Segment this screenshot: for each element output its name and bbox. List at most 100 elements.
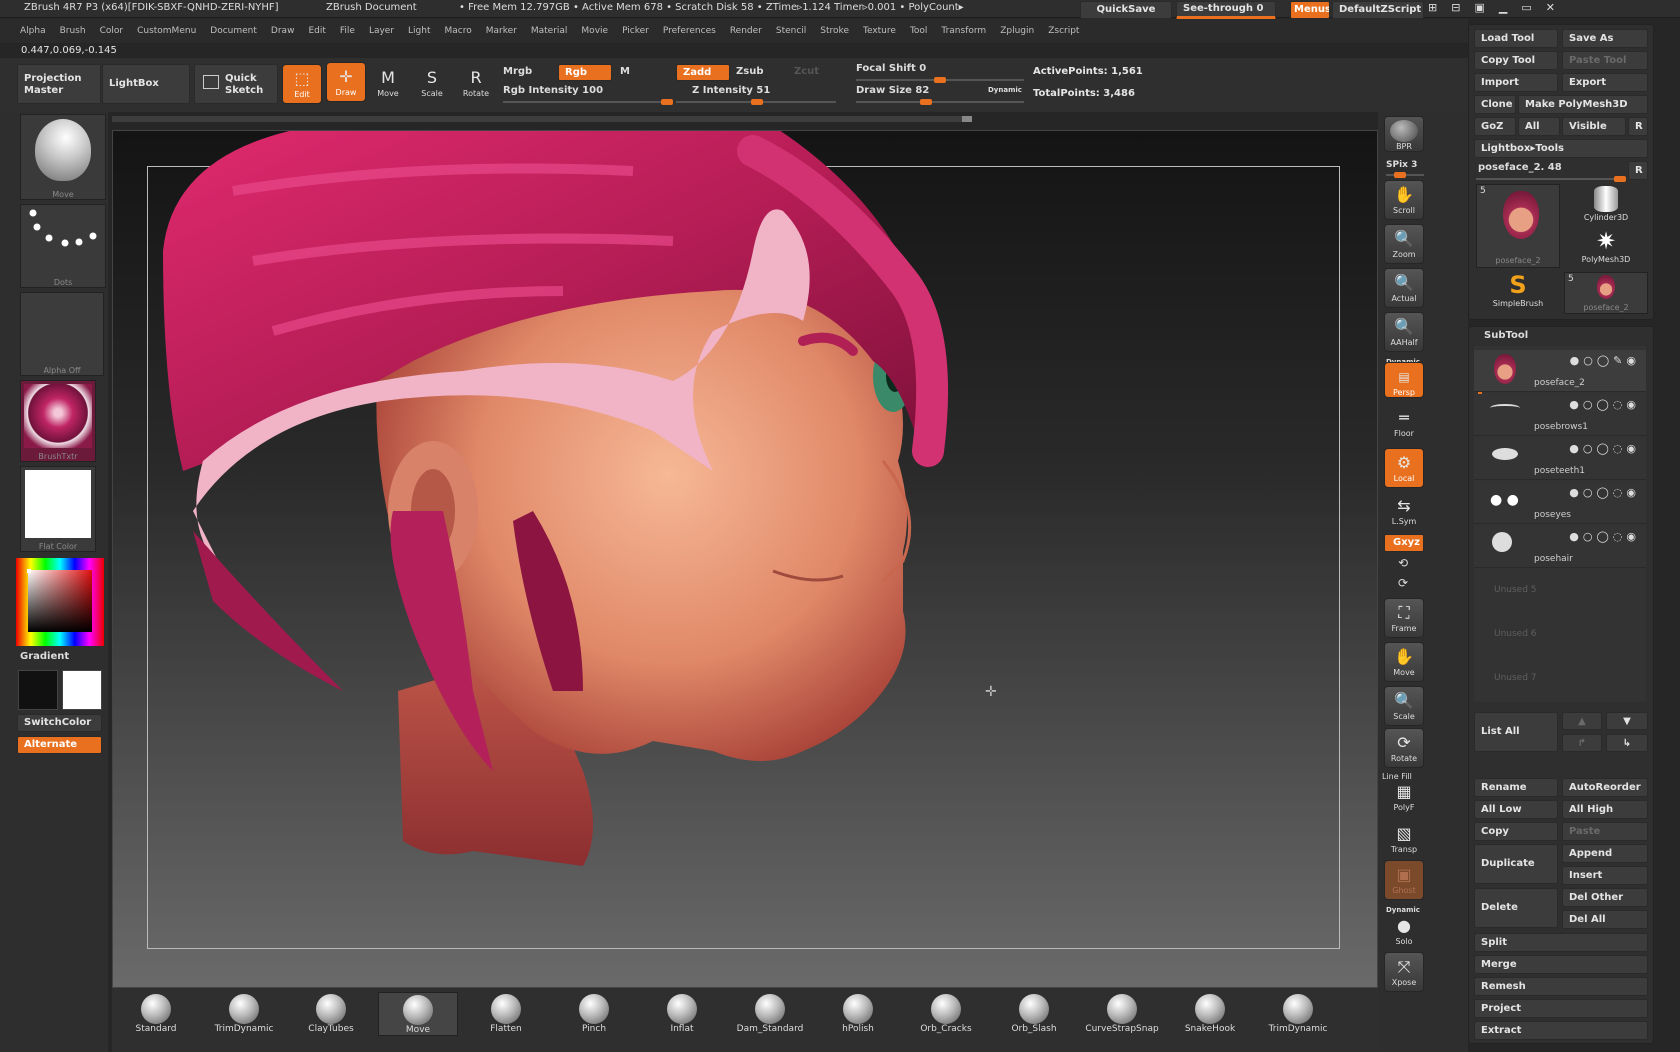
brush-trimdynamic[interactable]: TrimDynamic: [204, 992, 284, 1036]
remesh-section[interactable]: Remesh: [1474, 977, 1648, 996]
switch-color-button[interactable]: SwitchColor: [17, 714, 102, 732]
brush-orb-cracks[interactable]: Orb_Cracks: [906, 992, 986, 1036]
menu-layer[interactable]: Layer: [369, 26, 394, 36]
all-high-button[interactable]: All High: [1562, 800, 1648, 819]
subtool-item[interactable]: ●○◯◌◉ poseteeth1: [1474, 438, 1646, 480]
goz-visible-button[interactable]: Visible: [1562, 117, 1626, 136]
tool-thumb-poseface[interactable]: 5 poseface_2: [1476, 184, 1560, 268]
window-controls[interactable]: ⊞⊟▣▁▭✕: [1428, 1, 1680, 19]
mrgb-toggle[interactable]: Mrgb: [503, 66, 532, 77]
draw-mode-button[interactable]: ✛ Draw: [326, 62, 366, 102]
brush-slot[interactable]: Move: [20, 114, 106, 200]
secondary-color-swatch[interactable]: [62, 670, 102, 710]
transp-button[interactable]: ▧ Transp: [1384, 820, 1424, 860]
document-canvas[interactable]: ✛: [112, 130, 1378, 988]
spix-slider[interactable]: SPix 3: [1386, 160, 1417, 170]
import-button[interactable]: Import: [1474, 73, 1558, 92]
scale-view-button[interactable]: 🔍 Scale: [1384, 686, 1424, 726]
move-up-button[interactable]: ▲: [1562, 712, 1602, 730]
frame-button[interactable]: ⛶ Frame: [1384, 598, 1424, 638]
menu-brush[interactable]: Brush: [60, 26, 86, 36]
quicksave-button[interactable]: QuickSave: [1080, 1, 1172, 19]
make-polymesh3d-button[interactable]: Make PolyMesh3D: [1518, 95, 1648, 114]
z-intensity-slider[interactable]: Z Intensity 51: [692, 85, 770, 96]
rename-button[interactable]: Rename: [1474, 778, 1558, 797]
copy-subtool-button[interactable]: Copy: [1474, 822, 1558, 841]
xpose-button[interactable]: ⤧ Xpose: [1384, 952, 1424, 992]
paste-tool-button[interactable]: Paste Tool: [1562, 51, 1648, 70]
brush-dam-standard[interactable]: Dam_Standard: [730, 992, 810, 1036]
spix-track[interactable]: [1386, 172, 1424, 178]
append-button[interactable]: Append: [1562, 844, 1648, 863]
autoreorder-button[interactable]: AutoReorder: [1562, 778, 1648, 797]
brush-orb-slash[interactable]: Orb_Slash: [994, 992, 1074, 1036]
m-toggle[interactable]: M: [620, 66, 630, 77]
goz-button[interactable]: GoZ: [1474, 117, 1516, 136]
color-picker[interactable]: [16, 558, 104, 646]
insert-button[interactable]: Insert: [1562, 866, 1648, 885]
menu-movie[interactable]: Movie: [581, 26, 608, 36]
alpha-slot[interactable]: Alpha Off: [20, 292, 104, 376]
aahalf-button[interactable]: 🔍 AAHalf: [1384, 312, 1424, 352]
del-other-button[interactable]: Del Other: [1562, 888, 1648, 907]
bpr-button[interactable]: BPR: [1384, 116, 1424, 152]
menu-alpha[interactable]: Alpha: [20, 26, 46, 36]
color-square[interactable]: [28, 570, 92, 632]
menu-document[interactable]: Document: [210, 26, 257, 36]
brush-snakehook[interactable]: SnakeHook: [1170, 992, 1250, 1036]
character-head-model[interactable]: [113, 131, 1379, 989]
lightbox-tools-button[interactable]: Lightbox▸Tools: [1474, 139, 1648, 158]
stroke-slot[interactable]: Dots: [20, 204, 106, 288]
tool-thumb-simplebrush[interactable]: S SimpleBrush: [1476, 272, 1560, 314]
menu-marker[interactable]: Marker: [486, 26, 517, 36]
rotate-view-button[interactable]: ⟳ Rotate: [1384, 728, 1424, 768]
alternate-button[interactable]: Alternate: [17, 736, 102, 754]
menu-zplugin[interactable]: Zplugin: [1000, 26, 1034, 36]
brush-pinch[interactable]: Pinch: [554, 992, 634, 1036]
layout-icon[interactable]: ⊞: [1428, 1, 1451, 14]
menu-zscript[interactable]: Zscript: [1048, 26, 1079, 36]
brush-hpolish[interactable]: hPolish: [818, 992, 898, 1036]
load-tool-button[interactable]: Load Tool: [1474, 29, 1558, 48]
rotate-z-icon[interactable]: ⟳: [1398, 576, 1408, 590]
subtool-item[interactable]: ●○◯◌◉ posebrows1: [1474, 394, 1646, 436]
export-button[interactable]: Export: [1562, 73, 1648, 92]
zcut-toggle[interactable]: Zcut: [794, 66, 819, 77]
scroll-thumb[interactable]: [962, 116, 972, 122]
menu-preferences[interactable]: Preferences: [663, 26, 716, 36]
subtool-toggle-icons[interactable]: ●○◯◌◉: [1569, 398, 1640, 411]
menu-draw[interactable]: Draw: [271, 26, 295, 36]
subtool-header[interactable]: SubTool: [1484, 330, 1528, 341]
copy-tool-button[interactable]: Copy Tool: [1474, 51, 1558, 70]
rotate-y-icon[interactable]: ⟲: [1398, 556, 1408, 570]
maximize-icon[interactable]: ▭: [1521, 1, 1545, 14]
material-slot[interactable]: Flat Color: [20, 466, 96, 552]
menu-custommenu[interactable]: CustomMenu: [137, 26, 196, 36]
brush-flatten[interactable]: Flatten: [466, 992, 546, 1036]
subtool-toggle-icons[interactable]: ●○◯◌◉: [1569, 486, 1640, 499]
menu-texture[interactable]: Texture: [863, 26, 896, 36]
focal-shift-slider[interactable]: Focal Shift 0: [856, 63, 926, 74]
tool-thumb-cylinder3d[interactable]: Cylinder3D: [1564, 184, 1648, 226]
persp-button[interactable]: ▤ Persp: [1384, 362, 1424, 398]
current-tool-r-button[interactable]: R: [1628, 161, 1648, 180]
local-button[interactable]: ⚙ Local: [1384, 448, 1424, 488]
rgb-intensity-track[interactable]: [503, 99, 673, 105]
solo-button[interactable]: ● Solo: [1384, 912, 1424, 948]
rgb-toggle[interactable]: Rgb: [558, 64, 612, 81]
menu-edit[interactable]: Edit: [308, 26, 325, 36]
del-all-button[interactable]: Del All: [1562, 910, 1648, 929]
default-zscript-button[interactable]: DefaultZScript: [1332, 1, 1424, 19]
merge-section[interactable]: Merge: [1474, 955, 1648, 974]
floor-button[interactable]: ═ Floor: [1384, 404, 1424, 444]
menu-render[interactable]: Render: [730, 26, 762, 36]
menu-macro[interactable]: Macro: [445, 26, 472, 36]
brush-inflat[interactable]: Inflat: [642, 992, 722, 1036]
zadd-toggle[interactable]: Zadd: [676, 64, 730, 81]
quick-sketch-button[interactable]: Quick Sketch: [194, 64, 278, 104]
rotate-mode-button[interactable]: R Rotate: [456, 64, 496, 104]
move-down-button[interactable]: ▼: [1606, 712, 1648, 730]
zoom-button[interactable]: 🔍 Zoom: [1384, 224, 1424, 264]
save-as-button[interactable]: Save As: [1562, 29, 1648, 48]
lsym-button[interactable]: ⇆ L.Sym: [1384, 492, 1424, 532]
